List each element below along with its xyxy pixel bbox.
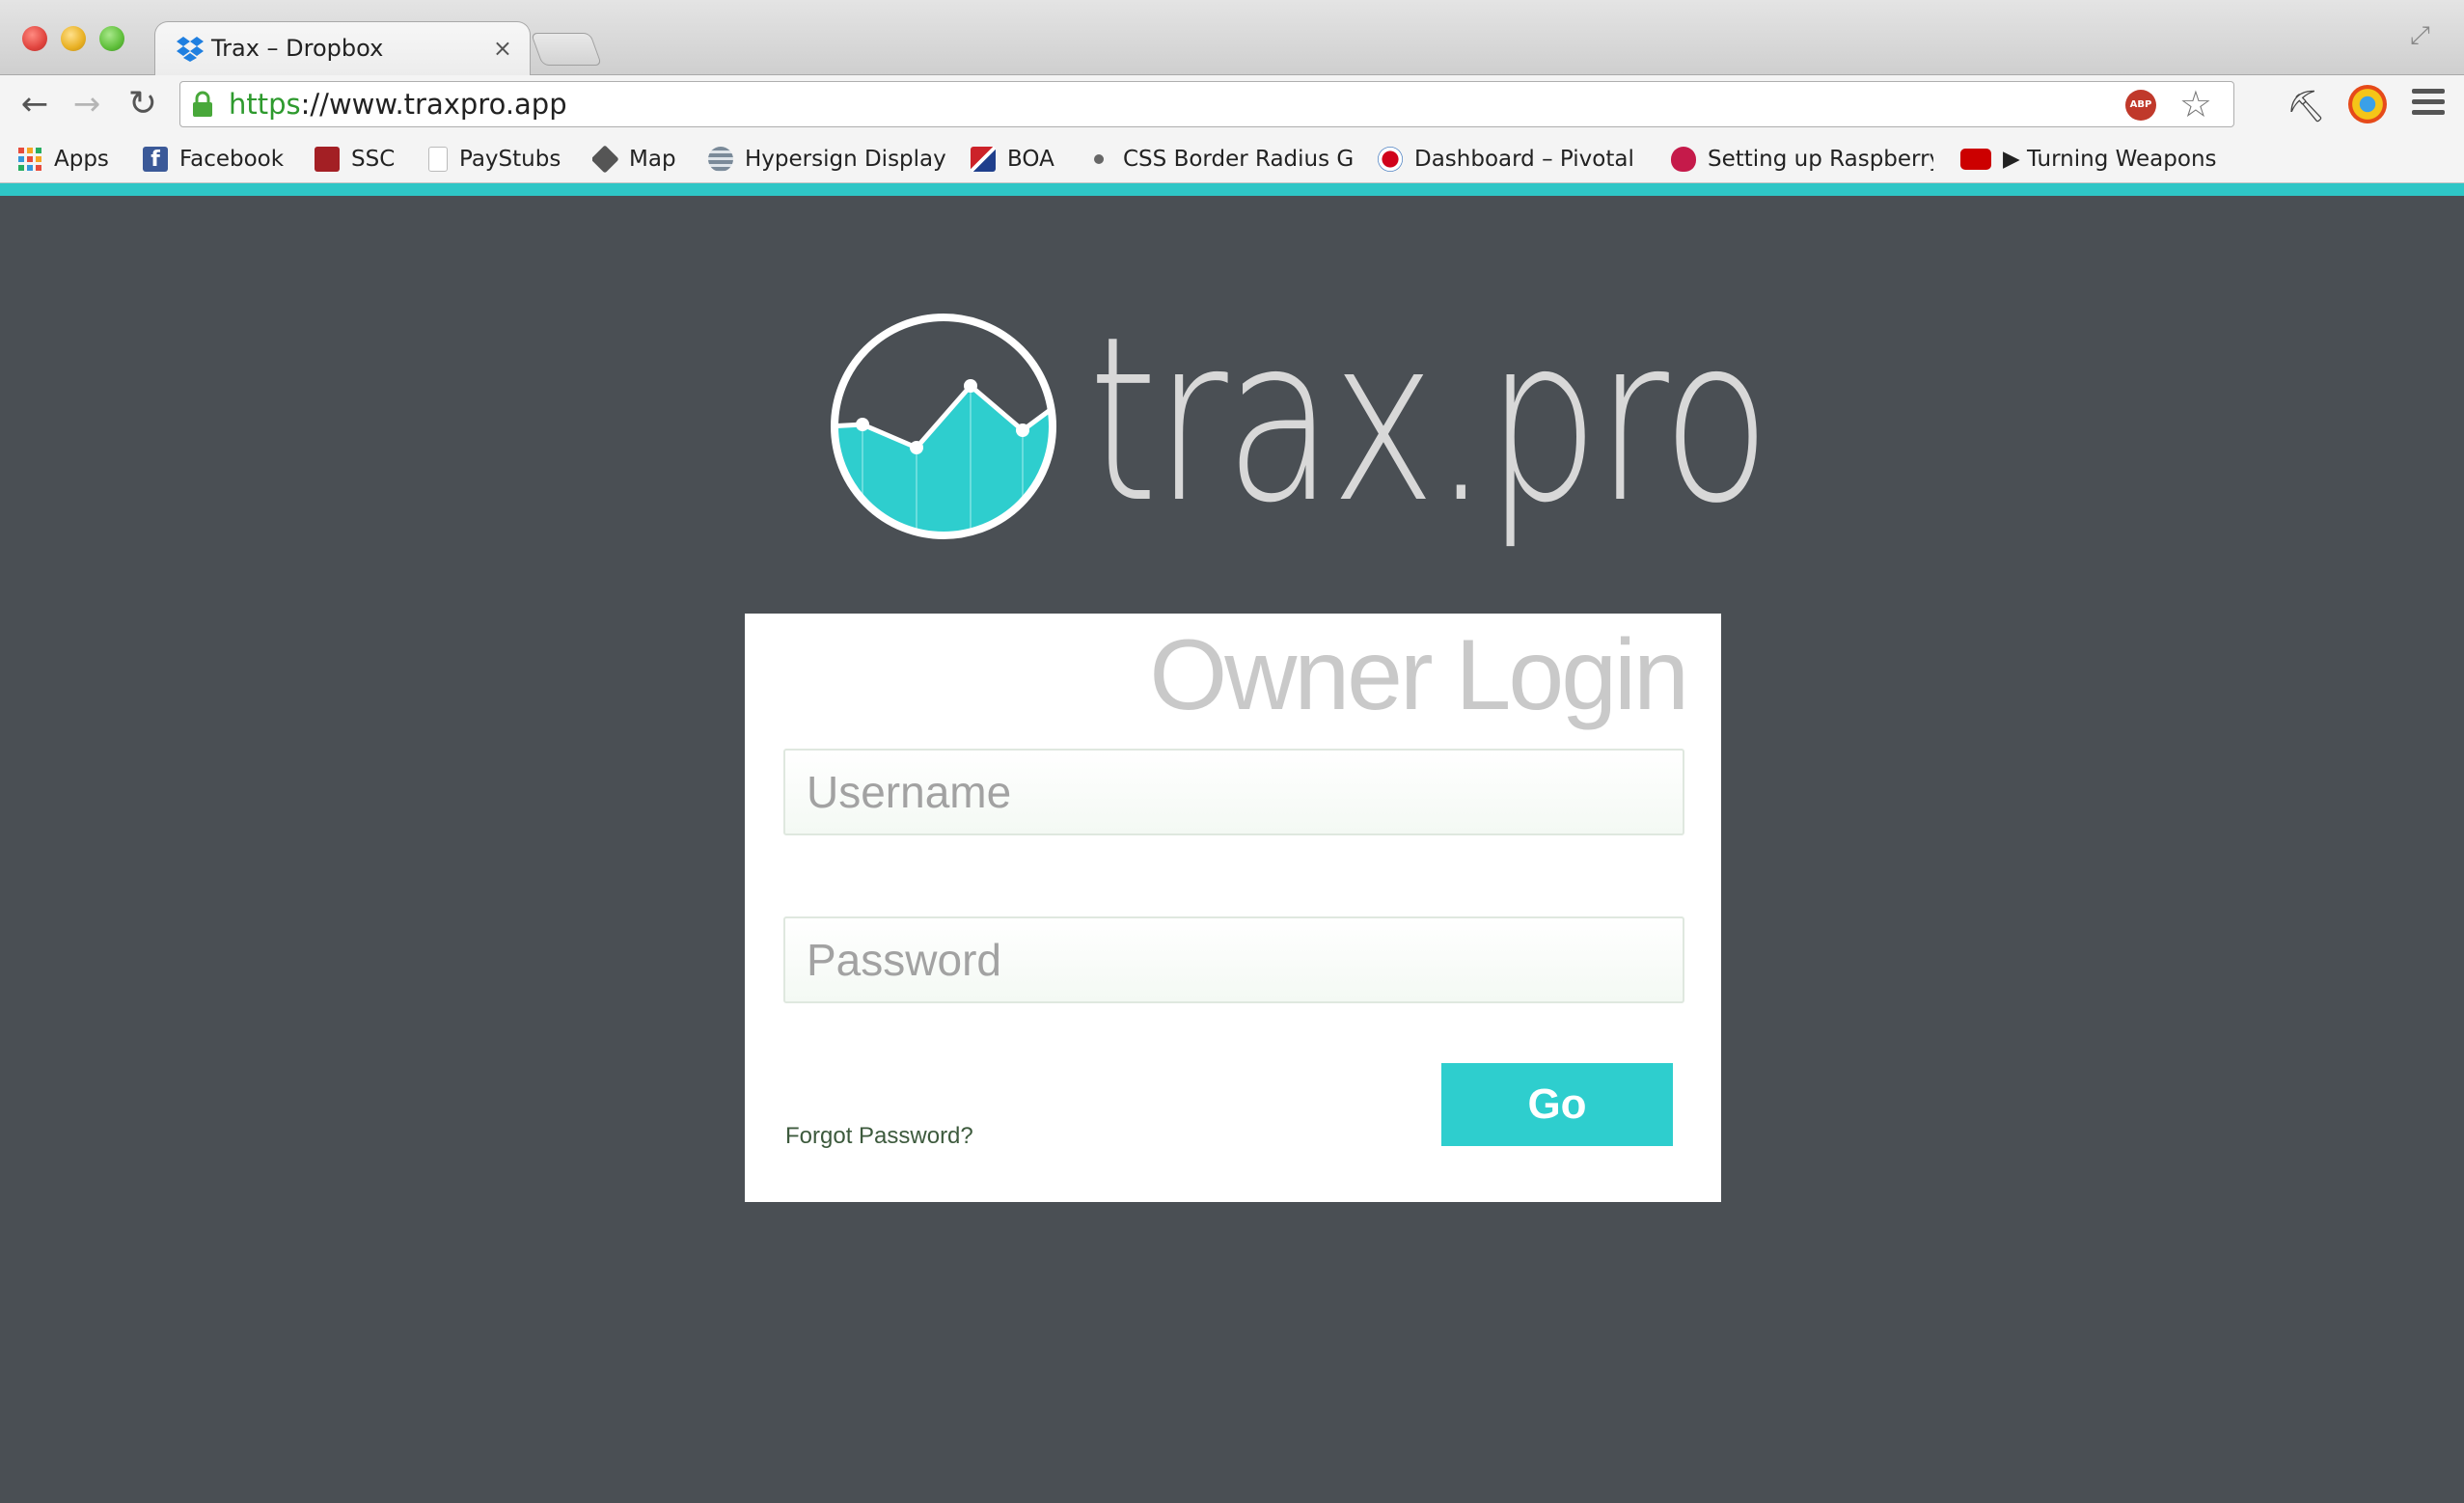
password-input[interactable]	[783, 916, 1684, 1003]
url-scheme: https	[229, 88, 301, 121]
dot-icon	[1094, 154, 1104, 164]
accent-bar	[0, 183, 2464, 196]
address-bar[interactable]: https://www.traxpro.app ABP ☆	[179, 81, 2234, 127]
bookmark-label: Facebook	[179, 147, 285, 172]
back-arrow-icon[interactable]: ←	[15, 85, 54, 123]
forward-arrow-icon[interactable]: →	[68, 85, 106, 123]
tab-trax-dropbox[interactable]: Trax – Dropbox ×	[154, 21, 531, 76]
reload-icon[interactable]: ↻	[123, 85, 162, 123]
owner-login-card: Owner Login Forgot Password? Go	[745, 614, 1721, 1202]
bookmark-paystubs[interactable]: PayStubs	[428, 143, 561, 176]
tab-close-icon[interactable]: ×	[493, 32, 512, 65]
go-button[interactable]: Go	[1441, 1063, 1673, 1146]
bookmark-ssc[interactable]: SSC	[315, 143, 395, 176]
boa-icon	[971, 147, 996, 172]
fullscreen-icon[interactable]: ⤢	[2410, 21, 2439, 50]
facebook-icon: f	[143, 147, 168, 172]
extension-pickaxe-icon[interactable]: ⛏	[2286, 87, 2326, 125]
bookmark-label: Dashboard – Pivotal	[1414, 147, 1632, 172]
document-icon	[428, 147, 448, 172]
raspberry-icon	[1671, 147, 1696, 172]
tab-title: Trax – Dropbox	[211, 35, 384, 62]
chart-circle-logo-icon	[831, 314, 1056, 539]
bookmark-label: SSC	[351, 147, 396, 172]
browser-chrome: Trax – Dropbox × ⤢ ← → ↻ https://www.tra…	[0, 0, 2464, 186]
new-tab-button[interactable]	[530, 33, 603, 66]
bookmark-turning-weapons[interactable]: ▶ Turning Weapons	[1960, 143, 2232, 176]
pivotal-icon	[1378, 147, 1403, 172]
adblock-icon[interactable]: ABP	[2125, 90, 2156, 121]
apps-grid-icon	[18, 148, 41, 171]
bookmark-label: CSS Border Radius G	[1123, 147, 1353, 172]
window-minimize-button[interactable]	[61, 26, 86, 51]
bookmark-label: Setting up Raspberry	[1708, 147, 1933, 172]
bookmark-hypersign-display[interactable]: Hypersign Display	[708, 143, 946, 176]
url-text: https://www.traxpro.app	[229, 88, 567, 121]
dropbox-icon	[177, 37, 204, 62]
username-input[interactable]	[783, 749, 1684, 835]
bookmark-label: Apps	[54, 147, 109, 172]
ssc-icon	[315, 147, 340, 172]
forgot-password-link[interactable]: Forgot Password?	[785, 1123, 973, 1150]
bookmark-map[interactable]: Map	[592, 143, 676, 176]
bookmark-raspberry[interactable]: Setting up Raspberry	[1671, 143, 1933, 176]
bookmark-apps[interactable]: Apps	[17, 143, 109, 176]
bookmark-label: PayStubs	[459, 147, 561, 172]
bookmark-label: BOA	[1007, 147, 1054, 172]
youtube-icon	[1960, 149, 1991, 170]
bookmark-label: ▶ Turning Weapons	[2003, 147, 2217, 172]
window-close-button[interactable]	[22, 26, 47, 51]
logo-wordmark: trax.pro	[1088, 287, 1770, 553]
stack-icon	[708, 147, 733, 172]
lock-icon	[193, 91, 212, 117]
bookmarks-bar: Apps f Facebook SSC PayStubs Map Hypersi…	[0, 135, 2464, 183]
bookmark-label: Hypersign Display	[745, 147, 946, 172]
bookmark-boa[interactable]: BOA	[971, 143, 1054, 176]
extension-eye-icon[interactable]	[2348, 85, 2387, 123]
window-maximize-button[interactable]	[99, 26, 124, 51]
bookmark-dashboard-pivotal[interactable]: Dashboard – Pivotal	[1378, 143, 1632, 176]
menu-hamburger-icon[interactable]	[2412, 89, 2445, 122]
bookmark-css-border-radius[interactable]: CSS Border Radius G	[1090, 143, 1353, 176]
cube-icon	[592, 145, 619, 174]
trax-pro-logo: trax.pro	[828, 287, 1793, 571]
bookmark-star-icon[interactable]: ☆	[2179, 83, 2212, 125]
browser-toolbar: ← → ↻ https://www.traxpro.app ABP ☆ ⛏	[0, 75, 2464, 135]
url-host: ://www.traxpro.app	[300, 88, 567, 121]
tab-strip: Trax – Dropbox × ⤢	[0, 0, 2464, 76]
bookmark-facebook[interactable]: f Facebook	[143, 143, 284, 176]
login-title: Owner Login	[1149, 619, 1689, 731]
bookmark-label: Map	[629, 147, 676, 172]
